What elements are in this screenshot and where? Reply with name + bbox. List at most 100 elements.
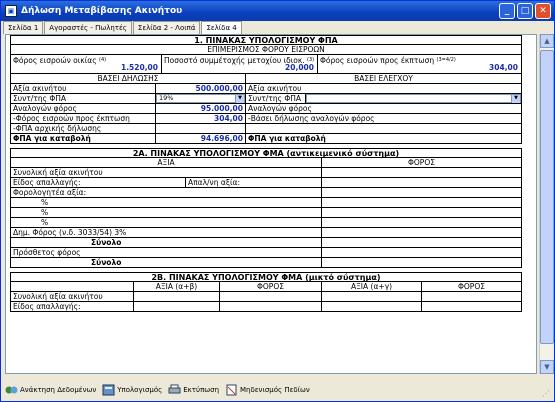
- scroll-thumb[interactable]: [540, 50, 554, 344]
- chevron-down-icon[interactable]: ▼: [511, 94, 520, 103]
- tab-page1[interactable]: Σελίδα 1: [3, 21, 44, 34]
- input-tax-home[interactable]: Φόρος εισροών οικίας (4) 1.520,00: [10, 55, 162, 74]
- section1-subtitle: ΕΠΙΜΕΡΙΣΜΟΣ ΦΟΡΟΥ ΕΙΣΡΟΩΝ: [10, 45, 522, 55]
- taxable-tax[interactable]: [322, 188, 522, 198]
- vat-rate-value: 19%: [159, 94, 174, 102]
- extra-tax: Πρόσθετος φόρος: [10, 248, 322, 258]
- input-tax-home-label: Φόρος εισροών οικίας: [13, 56, 97, 65]
- exempt-value[interactable]: Απαλ/νη αξία:: [186, 178, 322, 188]
- vat-rate-label: Συντ/της ΦΠΑ: [10, 94, 156, 104]
- percent-tax-3[interactable]: [322, 218, 522, 228]
- retrieve-data-button[interactable]: Ανάκτηση Δεδομένων: [5, 384, 96, 396]
- vat-payable-label: ΦΠΑ για καταβολή: [10, 134, 156, 144]
- audit-proportional-tax: Αναλογών φόρος: [246, 104, 522, 114]
- mixed-cell[interactable]: [220, 302, 322, 312]
- bottom-toolbar: Ανάκτηση Δεδομένων Υπολογισμός Εκτύπωση …: [1, 378, 554, 401]
- col-tax-2: ΦΟΡΟΣ: [422, 282, 522, 292]
- col-value-ag: ΑΞΙΑ (α+γ): [322, 282, 422, 292]
- clear-icon: [226, 384, 237, 395]
- taxable-value[interactable]: Φορολογητέα αξία:: [10, 188, 322, 198]
- col-tax-1: ΦΟΡΟΣ: [220, 282, 322, 292]
- initial-vat-field[interactable]: [156, 124, 246, 134]
- input-tax-home-value: 1.520,00: [120, 63, 158, 72]
- percent-row-3[interactable]: %: [10, 218, 322, 228]
- mixed-total-value: Συνολική αξία ακινήτου: [10, 292, 134, 302]
- audit-declared-tax: -Βάσει δήλωσης αναλογών φόρος: [246, 114, 522, 124]
- calculator-icon: [102, 384, 115, 395]
- section1-title: 1. ΠΙΝΑΚΑΣ ΥΠΟΛΟΓΙΣΜΟΥ ΦΠΑ: [10, 35, 522, 45]
- section2a-title: 2Α. ΠΙΝΑΚΑΣ ΥΠΟΛΟΓΙΣΜΟΥ ΦΜΑ (αντικειμενι…: [10, 148, 522, 158]
- tab-buyers-sellers[interactable]: Αγοραστές - Πωλητές: [44, 21, 132, 34]
- exemption-type[interactable]: Είδος απαλλαγής:: [10, 178, 186, 188]
- mixed-cell[interactable]: [134, 302, 220, 312]
- mixed-cell[interactable]: [322, 302, 422, 312]
- mixed-cell[interactable]: [322, 292, 422, 302]
- audit-blank-row: [246, 124, 522, 134]
- input-tax-home-sup: (4): [99, 57, 107, 63]
- form-panel: 1. ΠΙΝΑΚΑΣ ΥΠΟΛΟΓΙΣΜΟΥ ΦΠΑ ΕΠΙΜΕΡΙΣΜΟΣ Φ…: [5, 34, 537, 374]
- close-button[interactable]: ✕: [535, 3, 551, 19]
- municipal-tax: Δημ. Φόρος (ν.δ. 3033/54) 3%: [10, 228, 322, 238]
- proportional-tax-label: Αναλογών φόρος: [10, 104, 156, 114]
- tab-bar: Σελίδα 1 Αγοραστές - Πωλητές Σελίδα 2 - …: [3, 21, 243, 35]
- maximize-button[interactable]: □: [517, 3, 533, 19]
- chevron-down-icon[interactable]: ▼: [235, 94, 244, 103]
- col-tax-header: ΦΟΡΟΣ: [322, 158, 522, 168]
- scroll-up-icon[interactable]: ▲: [540, 34, 554, 48]
- clear-fields-button[interactable]: Μηδενισμός Πεδίων: [225, 384, 310, 396]
- percent-row-2[interactable]: %: [10, 208, 322, 218]
- audit-vat-payable: ΦΠΑ για καταβολή: [246, 134, 522, 144]
- participation-percent-value: 20,000: [285, 63, 314, 72]
- proportional-tax-field[interactable]: 95.000,00: [156, 104, 246, 114]
- vertical-scrollbar[interactable]: ▲ ▼: [539, 34, 554, 374]
- tab-page2-other[interactable]: Σελίδα 2 - Λοιπά: [132, 21, 201, 34]
- app-window: ▣ Δήλωση Μεταβίβασης Ακινήτου _ □ ✕ Σελί…: [0, 0, 555, 402]
- clear-fields-label: Μηδενισμός Πεδίων: [240, 385, 310, 394]
- audit-vat-rate-select[interactable]: ▼: [306, 94, 522, 104]
- calculate-label: Υπολογισμός: [117, 385, 163, 394]
- municipal-tax-value[interactable]: [322, 228, 522, 238]
- participation-percent[interactable]: Ποσοστό συμμέτοχής μετοχίου ιδιοκ. (3) 20…: [162, 55, 318, 74]
- retrieve-data-label: Ανάκτηση Δεδομένων: [20, 385, 97, 394]
- property-value-field[interactable]: 500.000,00: [156, 84, 246, 94]
- vat-rate-select[interactable]: 19% ▼: [156, 94, 246, 104]
- printer-icon: [168, 384, 181, 393]
- declaration-header: ΒΑΣΕΙ ΔΗΛΩΣΗΣ: [10, 74, 246, 84]
- print-button[interactable]: Εκτύπωση: [168, 384, 219, 396]
- mixed-cell[interactable]: [134, 292, 220, 302]
- scroll-down-icon[interactable]: ▼: [540, 360, 554, 374]
- deductible-input-tax[interactable]: Φόρος εισροών προς έκπτωση (3=4/2) 304,00: [318, 55, 522, 74]
- deductible-input-tax-sup: (3=4/2): [436, 57, 456, 63]
- col-value-header: ΑΞΙΑ: [10, 158, 322, 168]
- initial-vat-label: -ΦΠΑ αρχικής δήλωσης: [10, 124, 156, 134]
- audit-header: ΒΑΣΕΙ ΕΛΕΓΧΟΥ: [246, 74, 522, 84]
- window-title: Δήλωση Μεταβίβασης Ακινήτου: [21, 6, 183, 16]
- exempt-tax[interactable]: [322, 178, 522, 188]
- total-tax-value[interactable]: [322, 258, 522, 268]
- audit-vat-rate-label: Συντ/της ΦΠΑ: [246, 94, 306, 104]
- mixed-cell[interactable]: [422, 292, 522, 302]
- tab-page4[interactable]: Σελίδα 4: [201, 21, 242, 35]
- calc-sheet: 1. ΠΙΝΑΚΑΣ ΥΠΟΛΟΓΙΣΜΟΥ ΦΠΑ ΕΠΙΜΕΡΙΣΜΟΣ Φ…: [10, 35, 522, 312]
- print-label: Εκτύπωση: [183, 385, 220, 394]
- resize-grip-icon[interactable]: ⋰: [542, 389, 552, 399]
- extra-tax-value[interactable]: [322, 248, 522, 258]
- deductible-input-tax-value: 304,00: [489, 63, 518, 72]
- subtotal-value[interactable]: [322, 238, 522, 248]
- title-bar[interactable]: ▣ Δήλωση Μεταβίβασης Ακινήτου _ □ ✕: [1, 1, 554, 21]
- percent-tax-2[interactable]: [322, 208, 522, 218]
- percent-row-1[interactable]: %: [10, 198, 322, 208]
- total-value-tax[interactable]: [322, 168, 522, 178]
- mixed-cell[interactable]: [422, 302, 522, 312]
- deductible-tax-field[interactable]: 304,00: [156, 114, 246, 124]
- audit-property-value: Αξία ακινήτου: [246, 84, 522, 94]
- col-blank: [10, 282, 134, 292]
- total-value-row: Συνολική αξία ακινήτου: [10, 168, 322, 178]
- mixed-cell[interactable]: [220, 292, 322, 302]
- deductible-tax-label: -Φόρος εισροών προς έκπτωση: [10, 114, 156, 124]
- calculate-button[interactable]: Υπολογισμός: [102, 384, 162, 396]
- minimize-button[interactable]: _: [499, 3, 515, 19]
- col-value-ab: ΑΞΙΑ (α+β): [134, 282, 220, 292]
- vat-payable-field[interactable]: 94.696,00: [156, 134, 246, 144]
- percent-tax-1[interactable]: [322, 198, 522, 208]
